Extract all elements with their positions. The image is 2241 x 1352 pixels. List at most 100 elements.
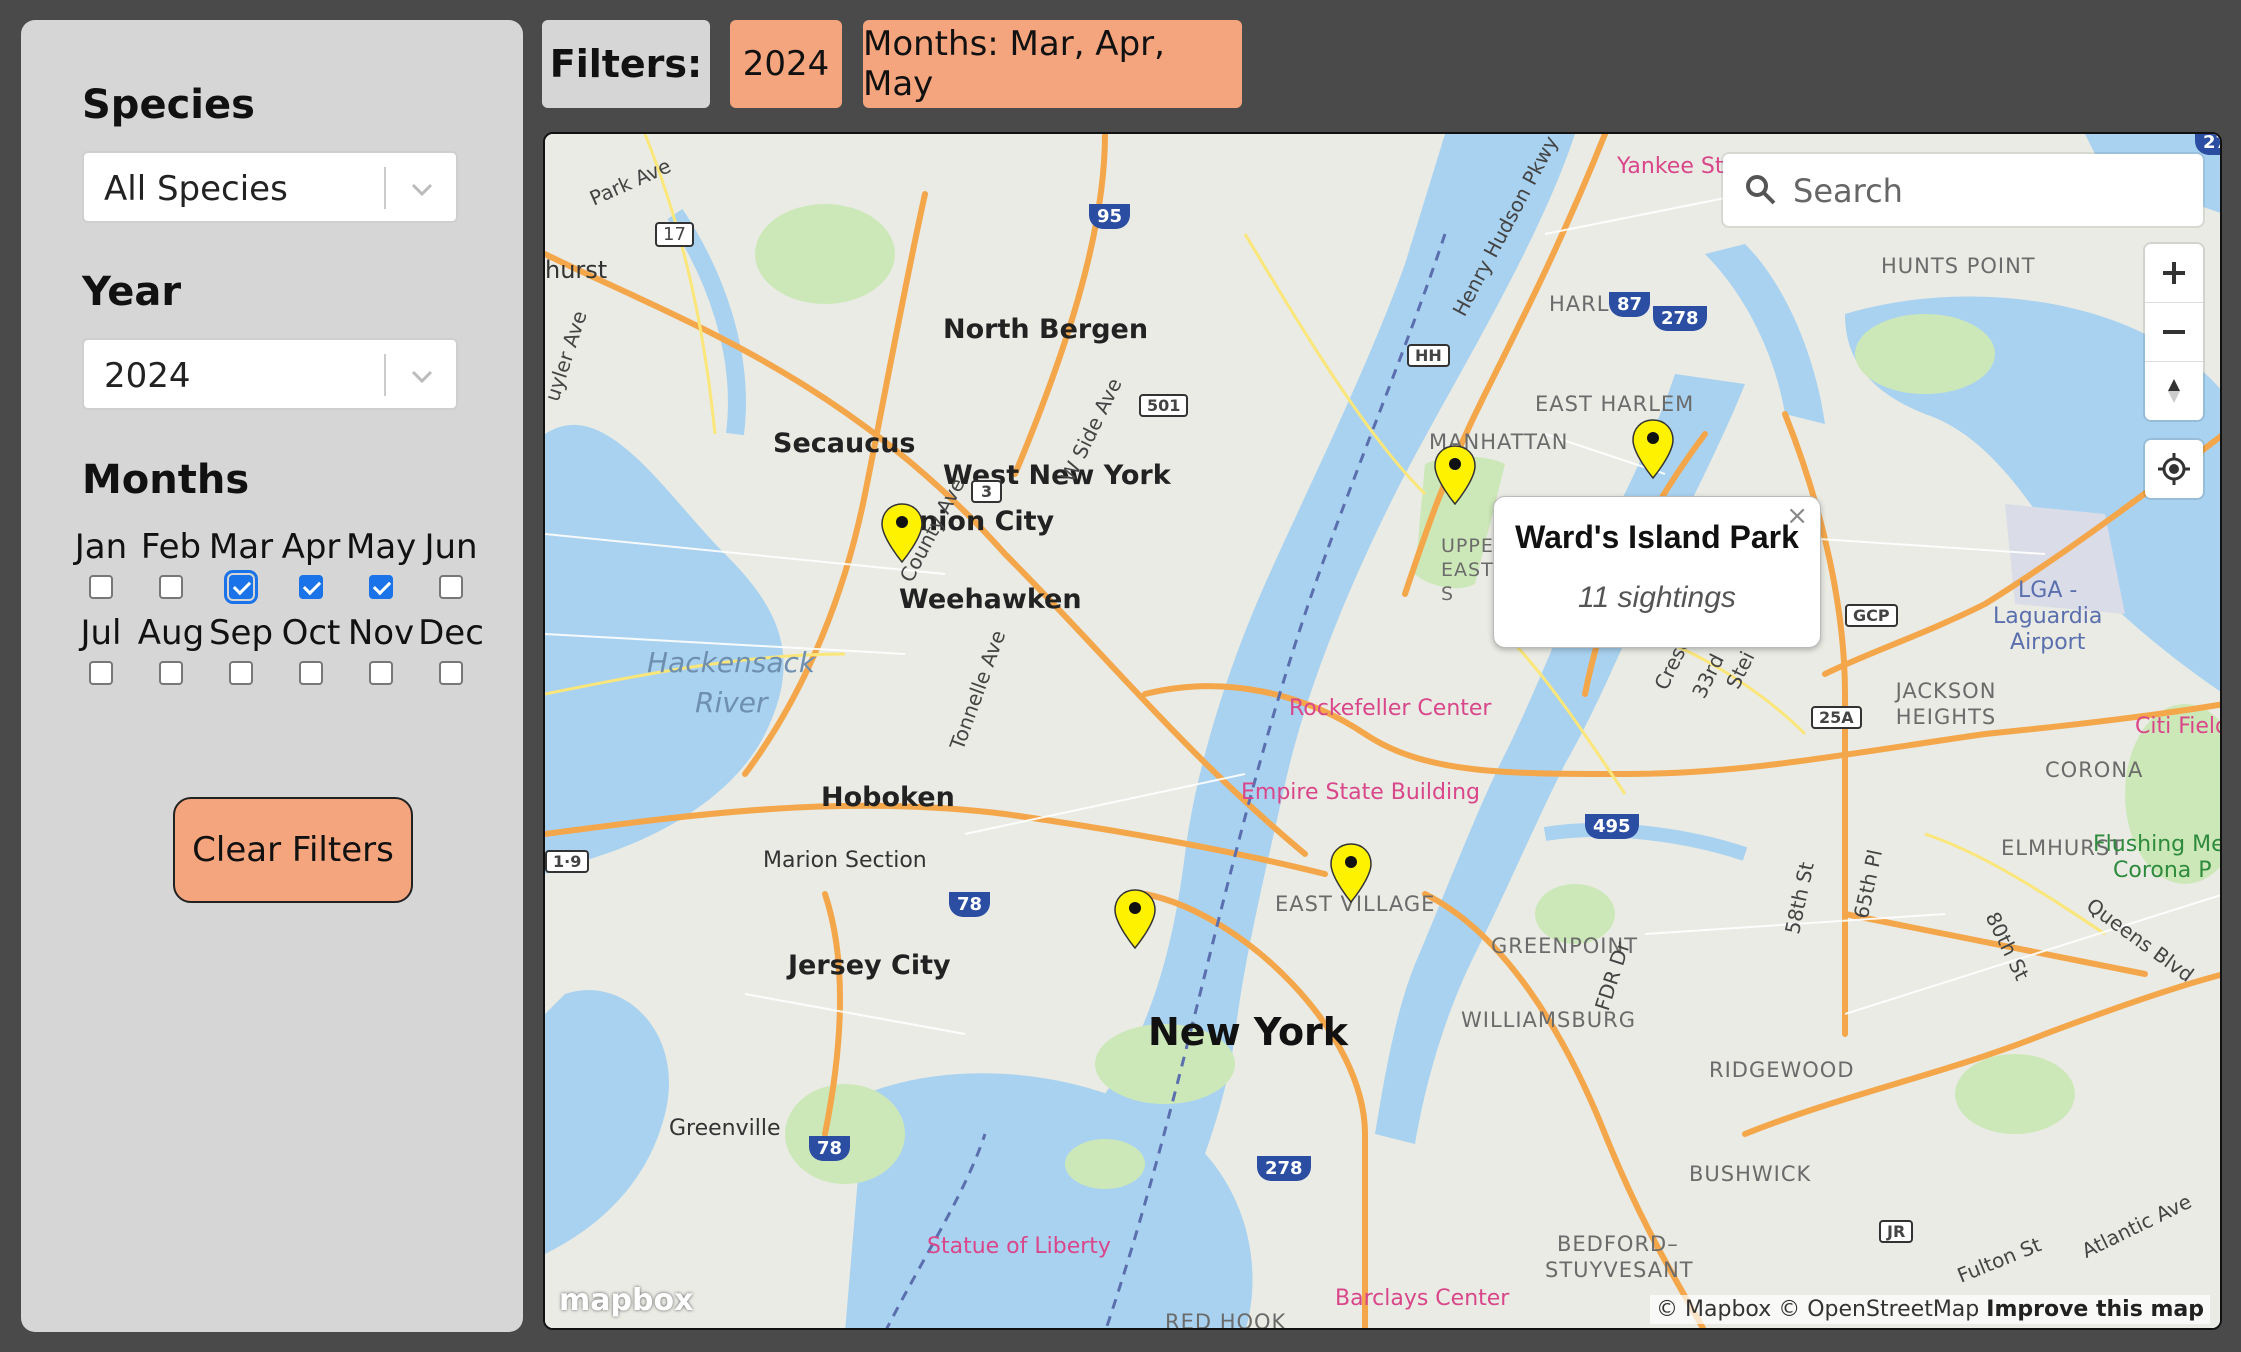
month-aug[interactable]: Aug xyxy=(136,613,206,685)
months-heading: Months xyxy=(82,457,250,503)
month-label: Apr xyxy=(281,527,341,567)
sighting-marker[interactable] xyxy=(1433,444,1477,506)
route-shield-hh: HH xyxy=(1407,344,1450,367)
route-shield-278-b: 278 xyxy=(2195,134,2220,155)
route-shield-87: 87 xyxy=(1609,292,1651,317)
poi-rockefeller-center[interactable]: Rockefeller Center xyxy=(1289,696,1491,721)
map-label-marion-section: Marion Section xyxy=(763,848,927,873)
sighting-marker[interactable] xyxy=(880,502,924,564)
map-label-hurst: hurst xyxy=(545,256,608,284)
month-checkbox-jun[interactable] xyxy=(439,575,463,599)
map-label-upper-east: UPPER EAST S xyxy=(1441,535,1509,605)
month-label: Nov xyxy=(347,613,415,653)
zoom-out-button[interactable] xyxy=(2145,302,2203,361)
month-may[interactable]: May xyxy=(346,527,416,599)
year-select-value: 2024 xyxy=(104,356,191,396)
month-label: Jul xyxy=(80,613,122,653)
map-label-bedford: BEDFORD– xyxy=(1557,1232,1679,1256)
month-checkbox-mar[interactable] xyxy=(224,570,258,604)
route-shield-95: 95 xyxy=(1089,204,1131,229)
mapbox-logo[interactable]: mapbox xyxy=(559,1283,693,1318)
popup-title: Ward's Island Park xyxy=(1515,519,1799,555)
month-nov[interactable]: Nov xyxy=(346,613,416,685)
crosshair-icon xyxy=(2158,453,2190,485)
map-label-red-hook: RED HOOK xyxy=(1165,1310,1287,1330)
month-checkbox-sep[interactable] xyxy=(229,661,253,685)
clear-filters-button[interactable]: Clear Filters xyxy=(173,797,413,903)
month-label: Oct xyxy=(281,613,341,653)
popup-subtitle: 11 sightings xyxy=(1578,581,1736,614)
route-shield-gcp: GCP xyxy=(1845,604,1898,627)
map-label-flushing-1: Flushing Mea xyxy=(2093,832,2220,857)
month-jul[interactable]: Jul xyxy=(66,613,136,685)
route-shield-495: 495 xyxy=(1585,814,1639,839)
geolocate-control xyxy=(2145,440,2203,498)
marker-popup: × Ward's Island Park 11 sightings xyxy=(1493,496,1821,648)
filter-chip-year[interactable]: 2024 xyxy=(730,20,842,108)
search-placeholder: Search xyxy=(1793,172,1903,210)
month-jan[interactable]: Jan xyxy=(66,527,136,599)
chevron-down-icon[interactable] xyxy=(404,171,440,207)
map-label-weehawken: Weehawken xyxy=(899,584,1082,615)
month-oct[interactable]: Oct xyxy=(276,613,346,685)
month-apr[interactable]: Apr xyxy=(276,527,346,599)
poi-citi-field[interactable]: Citi Field xyxy=(2135,714,2220,739)
month-checkbox-jan[interactable] xyxy=(89,575,113,599)
route-shield-78-a: 78 xyxy=(949,892,991,917)
map-canvas[interactable]: North Bergen Secaucus West New York Unio… xyxy=(543,132,2222,1330)
compass-icon xyxy=(2168,379,2180,403)
route-shield-1-9: 1·9 xyxy=(545,850,590,873)
zoom-in-button[interactable] xyxy=(2145,244,2203,302)
filter-chip-months[interactable]: Months: Mar, Apr, May xyxy=(863,20,1242,108)
month-checkbox-nov[interactable] xyxy=(369,661,393,685)
sighting-marker[interactable] xyxy=(1113,888,1157,950)
map-label-ridgewood: RIDGEWOOD xyxy=(1709,1058,1855,1082)
minus-icon xyxy=(2163,330,2185,334)
month-dec[interactable]: Dec xyxy=(416,613,486,685)
month-checkbox-aug[interactable] xyxy=(159,661,183,685)
month-label: Jan xyxy=(74,527,128,567)
chevron-down-icon[interactable] xyxy=(404,358,440,394)
compass-button[interactable] xyxy=(2145,361,2203,420)
month-checkbox-apr[interactable] xyxy=(299,575,323,599)
geolocate-button[interactable] xyxy=(2145,440,2203,498)
species-select[interactable]: All Species xyxy=(82,151,458,223)
map-label-flushing-2: Corona P xyxy=(2113,858,2212,883)
poi-yankee-stadium[interactable]: Yankee Sta xyxy=(1617,154,1737,179)
filter-sidebar: Species All Species Year 2024 Months Jan… xyxy=(21,20,523,1332)
month-checkbox-oct[interactable] xyxy=(299,661,323,685)
sighting-marker[interactable] xyxy=(1329,842,1373,904)
month-sep[interactable]: Sep xyxy=(206,613,276,685)
month-feb[interactable]: Feb xyxy=(136,527,206,599)
poi-lga-airport[interactable]: LGA - Laguardia Airport xyxy=(1993,578,2102,656)
map-basemap xyxy=(545,134,2220,1328)
poi-statue-of-liberty[interactable]: Statue of Liberty xyxy=(927,1234,1111,1259)
map-label-river: River xyxy=(695,686,768,719)
route-shield-17: 17 xyxy=(655,222,694,247)
route-shield-501: 501 xyxy=(1139,394,1189,417)
map-label-east-harlem: EAST HARLEM xyxy=(1535,392,1695,416)
month-mar[interactable]: Mar xyxy=(206,527,276,604)
plus-icon xyxy=(2163,262,2185,284)
sighting-marker-wards-island[interactable] xyxy=(1631,418,1675,480)
select-separator xyxy=(384,167,386,209)
poi-lga-line3: Airport xyxy=(2010,630,2086,655)
route-shield-25a: 25A xyxy=(1811,706,1862,729)
month-jun[interactable]: Jun xyxy=(416,527,486,599)
month-checkbox-jul[interactable] xyxy=(89,661,113,685)
poi-barclays-center[interactable]: Barclays Center xyxy=(1335,1286,1509,1311)
filters-label: Filters: xyxy=(542,20,710,108)
route-shield-3: 3 xyxy=(971,480,1003,503)
month-checkbox-may[interactable] xyxy=(369,575,393,599)
month-checkbox-feb[interactable] xyxy=(159,575,183,599)
map-label-stuyvesant: STUYVESANT xyxy=(1545,1258,1694,1282)
year-select[interactable]: 2024 xyxy=(82,338,458,410)
map-search-box[interactable]: Search xyxy=(1723,154,2203,226)
month-label: Sep xyxy=(208,613,274,653)
species-heading: Species xyxy=(82,82,255,128)
poi-empire-state-building[interactable]: Empire State Building xyxy=(1241,780,1480,805)
month-checkbox-dec[interactable] xyxy=(439,661,463,685)
attribution-text[interactable]: © Mapbox © OpenStreetMap xyxy=(1656,1297,1979,1322)
poi-lga-line2: Laguardia xyxy=(1993,604,2103,629)
improve-map-link[interactable]: Improve this map xyxy=(1986,1297,2204,1322)
